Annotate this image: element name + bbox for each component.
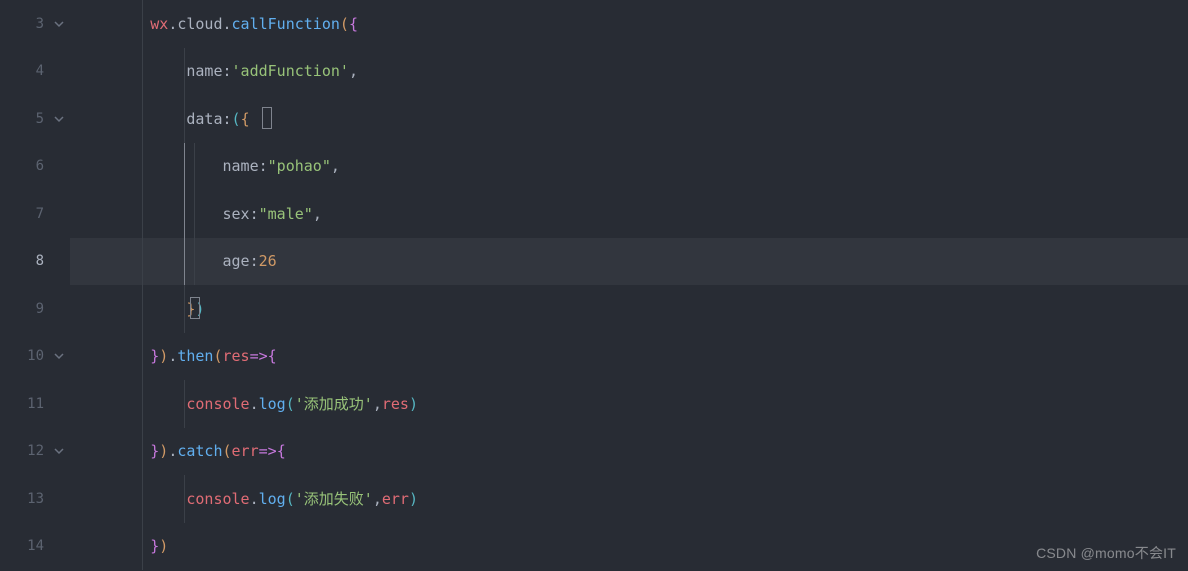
indent-guide [142,0,143,48]
line-number: 5 [0,95,70,143]
indent-guide [142,428,143,476]
indent-guide [142,475,143,523]
gutter: 34567891011121314 [0,0,70,571]
indent-guide [184,475,185,523]
indent-guide [184,190,185,238]
indent-guide [184,285,185,333]
indent-guide [142,48,143,96]
line-number: 7 [0,190,70,238]
code-line[interactable]: data:({ [70,95,1188,143]
line-number: 13 [0,475,70,523]
fold-icon[interactable] [52,17,66,31]
code-line[interactable]: name:'addFunction', [70,48,1188,96]
code-line[interactable]: console.log('添加失败',err) [70,475,1188,523]
indent-guide [142,380,143,428]
code-line[interactable]: }).then(res=>{ [70,333,1188,381]
code-text: sex:"male", [78,205,322,223]
fold-icon[interactable] [52,349,66,363]
code-text: data:({ [78,110,250,128]
indent-guide [184,143,185,191]
code-text: name:'addFunction', [78,62,358,80]
indent-guide [142,190,143,238]
code-line[interactable]: wx.cloud.callFunction({ [70,0,1188,48]
indent-guide [184,95,185,143]
fold-icon[interactable] [52,112,66,126]
indent-guide [142,285,143,333]
code-line[interactable]: }) [70,523,1188,571]
code-text: }).catch(err=>{ [78,442,286,460]
line-number: 12 [0,428,70,476]
code-line[interactable]: }).catch(err=>{ [70,428,1188,476]
bracket-match-box [262,107,272,129]
indent-guide [184,238,185,286]
line-number: 8 [0,238,70,286]
code-text: console.log('添加失败',err) [78,488,418,509]
code-text: age:26 [78,252,277,270]
indent-guide [184,380,185,428]
code-text: }) [78,537,168,555]
line-number: 9 [0,285,70,333]
code-text: console.log('添加成功',res) [78,393,418,414]
indent-guide [184,48,185,96]
fold-icon[interactable] [52,444,66,458]
indent-guide [142,238,143,286]
code-line[interactable]: console.log('添加成功',res) [70,380,1188,428]
indent-guide [142,333,143,381]
line-number: 11 [0,380,70,428]
line-number: 14 [0,523,70,571]
code-area[interactable]: wx.cloud.callFunction({ name:'addFunctio… [70,0,1188,571]
code-text: name:"pohao", [78,157,340,175]
indent-guide [142,523,143,571]
indent-guide [194,190,195,238]
code-text: wx.cloud.callFunction({ [78,15,358,33]
indent-guide [194,143,195,191]
indent-guide [142,95,143,143]
code-line[interactable]: }) [70,285,1188,333]
line-number: 4 [0,48,70,96]
code-line[interactable]: age:26 [70,238,1188,286]
code-line[interactable]: name:"pohao", [70,143,1188,191]
code-editor: 34567891011121314 wx.cloud.callFunction(… [0,0,1188,571]
code-text: }).then(res=>{ [78,347,277,365]
line-number: 10 [0,333,70,381]
code-line[interactable]: sex:"male", [70,190,1188,238]
line-number: 3 [0,0,70,48]
line-number: 6 [0,143,70,191]
indent-guide [142,143,143,191]
watermark: CSDN @momo不会IT [1036,543,1176,563]
indent-guide [194,238,195,286]
